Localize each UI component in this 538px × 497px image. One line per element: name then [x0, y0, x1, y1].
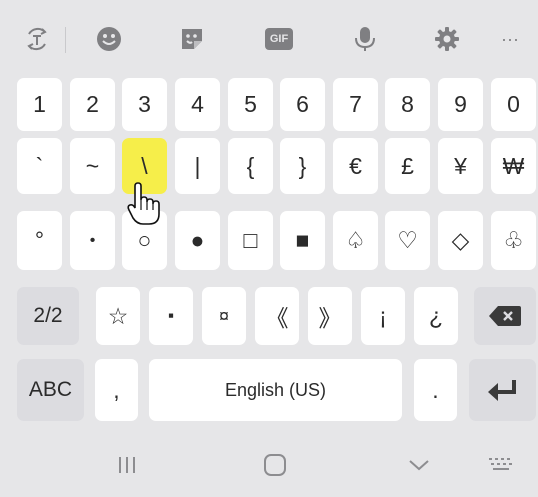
key-right-brace[interactable]: }	[280, 138, 325, 194]
space-bar[interactable]: English (US)	[149, 359, 402, 421]
key-period[interactable]: .	[414, 359, 457, 421]
sticker-icon[interactable]	[177, 22, 207, 56]
key-1[interactable]: 1	[17, 78, 62, 131]
key-pound[interactable]: £	[385, 138, 430, 194]
backspace-icon	[489, 306, 521, 326]
key-left-brace[interactable]: {	[228, 138, 273, 194]
enter-icon	[487, 380, 516, 401]
recent-apps-icon[interactable]	[112, 450, 142, 480]
key-small-square[interactable]: ▪	[149, 287, 193, 345]
gif-label: GIF	[264, 28, 294, 50]
more-label: ···	[501, 28, 519, 49]
key-8[interactable]: 8	[385, 78, 430, 131]
navigation-bar	[0, 440, 538, 497]
key-euro[interactable]: €	[333, 138, 378, 194]
key-white-square[interactable]: □	[228, 211, 273, 270]
key-spade[interactable]: ♤	[333, 211, 378, 270]
emoji-icon[interactable]	[94, 22, 124, 56]
key-bullet[interactable]: •	[70, 211, 115, 270]
keyboard-toolbar: GIF ···	[0, 0, 538, 74]
key-4[interactable]: 4	[175, 78, 220, 131]
key-inverted-question[interactable]: ¿	[414, 287, 458, 345]
key-2[interactable]: 2	[70, 78, 115, 131]
hand-pointer-icon	[127, 182, 161, 226]
enter-button[interactable]	[469, 359, 536, 421]
key-degree[interactable]: °	[17, 211, 62, 270]
home-icon[interactable]	[258, 450, 292, 480]
key-club[interactable]: ♧	[491, 211, 536, 270]
key-backtick[interactable]: `	[17, 138, 62, 194]
back-icon[interactable]	[404, 450, 434, 480]
key-9[interactable]: 9	[438, 78, 483, 131]
more-icon[interactable]: ···	[496, 22, 524, 56]
backspace-button[interactable]	[474, 287, 536, 345]
key-0[interactable]: 0	[491, 78, 536, 131]
abc-button[interactable]: ABC	[17, 359, 84, 421]
key-currency-sign[interactable]: ¤	[202, 287, 246, 345]
settings-icon[interactable]	[432, 22, 462, 56]
page-toggle-button[interactable]: 2/2	[17, 287, 79, 345]
translate-icon[interactable]	[22, 22, 52, 56]
key-5[interactable]: 5	[228, 78, 273, 131]
key-diamond[interactable]: ◇	[438, 211, 483, 270]
key-won[interactable]: ₩	[491, 138, 536, 194]
key-yen[interactable]: ¥	[438, 138, 483, 194]
key-white-star[interactable]: ☆	[96, 287, 140, 345]
microphone-icon[interactable]	[350, 22, 380, 56]
key-6[interactable]: 6	[280, 78, 325, 131]
key-tilde[interactable]: ~	[70, 138, 115, 194]
key-black-circle[interactable]: ●	[175, 211, 220, 270]
toolbar-divider	[65, 27, 66, 53]
key-7[interactable]: 7	[333, 78, 378, 131]
key-pipe[interactable]: |	[175, 138, 220, 194]
gif-icon[interactable]: GIF	[263, 22, 295, 56]
key-black-square[interactable]: ■	[280, 211, 325, 270]
key-right-double-angle[interactable]: 》	[308, 287, 352, 345]
key-comma[interactable]: ,	[95, 359, 138, 421]
keyboard-switch-icon[interactable]	[485, 450, 517, 480]
key-3[interactable]: 3	[122, 78, 167, 131]
key-heart[interactable]: ♡	[385, 211, 430, 270]
key-left-double-angle[interactable]: 《	[255, 287, 299, 345]
key-inverted-exclamation[interactable]: ¡	[361, 287, 405, 345]
